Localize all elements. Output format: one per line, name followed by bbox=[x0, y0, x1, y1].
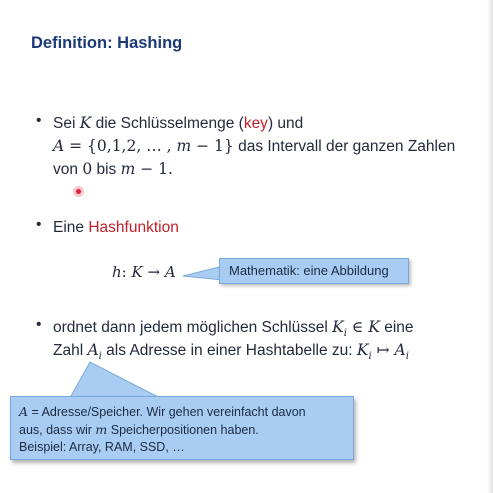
bullet1-line3: von 0 bis m − 1. bbox=[53, 158, 455, 181]
bullet-dot: • bbox=[36, 216, 42, 233]
math-colon: : bbox=[121, 263, 132, 281]
callout-adresse-line2: aus, dass wir m Speicherpositionen haben… bbox=[19, 421, 353, 439]
text: Speicherpositionen haben. bbox=[107, 423, 259, 437]
laser-pointer-icon bbox=[73, 186, 84, 197]
math-arrow: → bbox=[142, 263, 165, 281]
math-h: h bbox=[112, 263, 122, 281]
bullet2-line1: Eine Hashfunktion bbox=[53, 216, 179, 239]
math-K: K bbox=[131, 263, 143, 281]
text: Zahl bbox=[53, 342, 88, 359]
math-end: − 1. bbox=[135, 160, 173, 178]
math-m: m bbox=[95, 422, 108, 437]
bullet-dot: • bbox=[36, 316, 42, 333]
highlight-key: key bbox=[243, 115, 268, 132]
bullet-text: Eine Hashfunktion bbox=[53, 216, 179, 239]
bullet-text: ordnet dann jedem möglichen Schlüssel Ki… bbox=[53, 316, 414, 362]
formula-hash-mapping: h: K → A bbox=[112, 263, 176, 281]
math-element-of: ∈ bbox=[346, 318, 369, 336]
text: eine bbox=[379, 319, 414, 336]
math-zero: 0 bbox=[82, 160, 93, 178]
math-K: K bbox=[332, 318, 344, 336]
bullet-text: Sei K die Schlüsselmenge (key) und A = {… bbox=[53, 112, 455, 181]
text: das Intervall der ganzen Zahlen bbox=[233, 138, 456, 155]
slide-title: Definition: Hashing bbox=[31, 34, 183, 52]
math-A: A bbox=[164, 263, 176, 281]
bullet3-line2: Zahl Ai als Adresse in einer Hashtabelle… bbox=[53, 339, 414, 362]
math-m: m bbox=[120, 160, 136, 178]
math-set-end: − 1} bbox=[191, 137, 234, 155]
math-A: A bbox=[394, 341, 406, 359]
text: bis bbox=[92, 161, 121, 178]
text: = Adresse/Speicher. Wir gehen vereinfach… bbox=[28, 405, 306, 419]
text: Sei bbox=[53, 115, 80, 132]
callout-adresse: A = Adresse/Speicher. Wir gehen vereinfa… bbox=[10, 396, 354, 460]
math-maps-to: ↦ bbox=[371, 341, 395, 359]
math-K: K bbox=[79, 114, 92, 132]
math-A: A bbox=[53, 137, 65, 155]
math-m: m bbox=[176, 137, 192, 155]
bullet-dot: • bbox=[36, 112, 42, 129]
callout-mathematik: Mathematik: eine Abbildung bbox=[219, 258, 409, 284]
text: Eine bbox=[53, 219, 89, 236]
bullet1-line2: A = {0,1,2, … , m − 1} das Intervall der… bbox=[53, 135, 455, 158]
callout-tail-icon bbox=[69, 361, 161, 399]
math-subscript-i: i bbox=[405, 351, 409, 363]
text: ordnet dann jedem möglichen Schlüssel bbox=[53, 319, 333, 336]
highlight-hashfunktion: Hashfunktion bbox=[88, 219, 179, 236]
math-set: = {0,1,2, … , bbox=[64, 137, 177, 155]
math-A: A bbox=[87, 341, 99, 359]
callout-adresse-line1: A = Adresse/Speicher. Wir gehen vereinfa… bbox=[19, 403, 353, 421]
text: von bbox=[53, 161, 83, 178]
math-K: K bbox=[368, 318, 380, 336]
text: ) und bbox=[267, 115, 304, 132]
text: als Adresse in einer Hashtabelle zu: bbox=[101, 342, 357, 359]
text: die Schlüsselmenge ( bbox=[91, 115, 244, 132]
bullet3-line1: ordnet dann jedem möglichen Schlüssel Ki… bbox=[53, 316, 414, 339]
math-K: K bbox=[356, 341, 369, 359]
math-A: A bbox=[19, 404, 29, 419]
bullet1-line1: Sei K die Schlüsselmenge (key) und bbox=[53, 112, 455, 135]
text: aus, dass wir bbox=[19, 423, 96, 437]
slide-edge-shadow bbox=[487, 0, 493, 493]
slide: Definition: Hashing • Sei K die Schlüsse… bbox=[0, 0, 493, 493]
callout-adresse-line3: Beispiel: Array, RAM, SSD, … bbox=[19, 440, 185, 454]
callout-tail-icon bbox=[183, 265, 223, 281]
